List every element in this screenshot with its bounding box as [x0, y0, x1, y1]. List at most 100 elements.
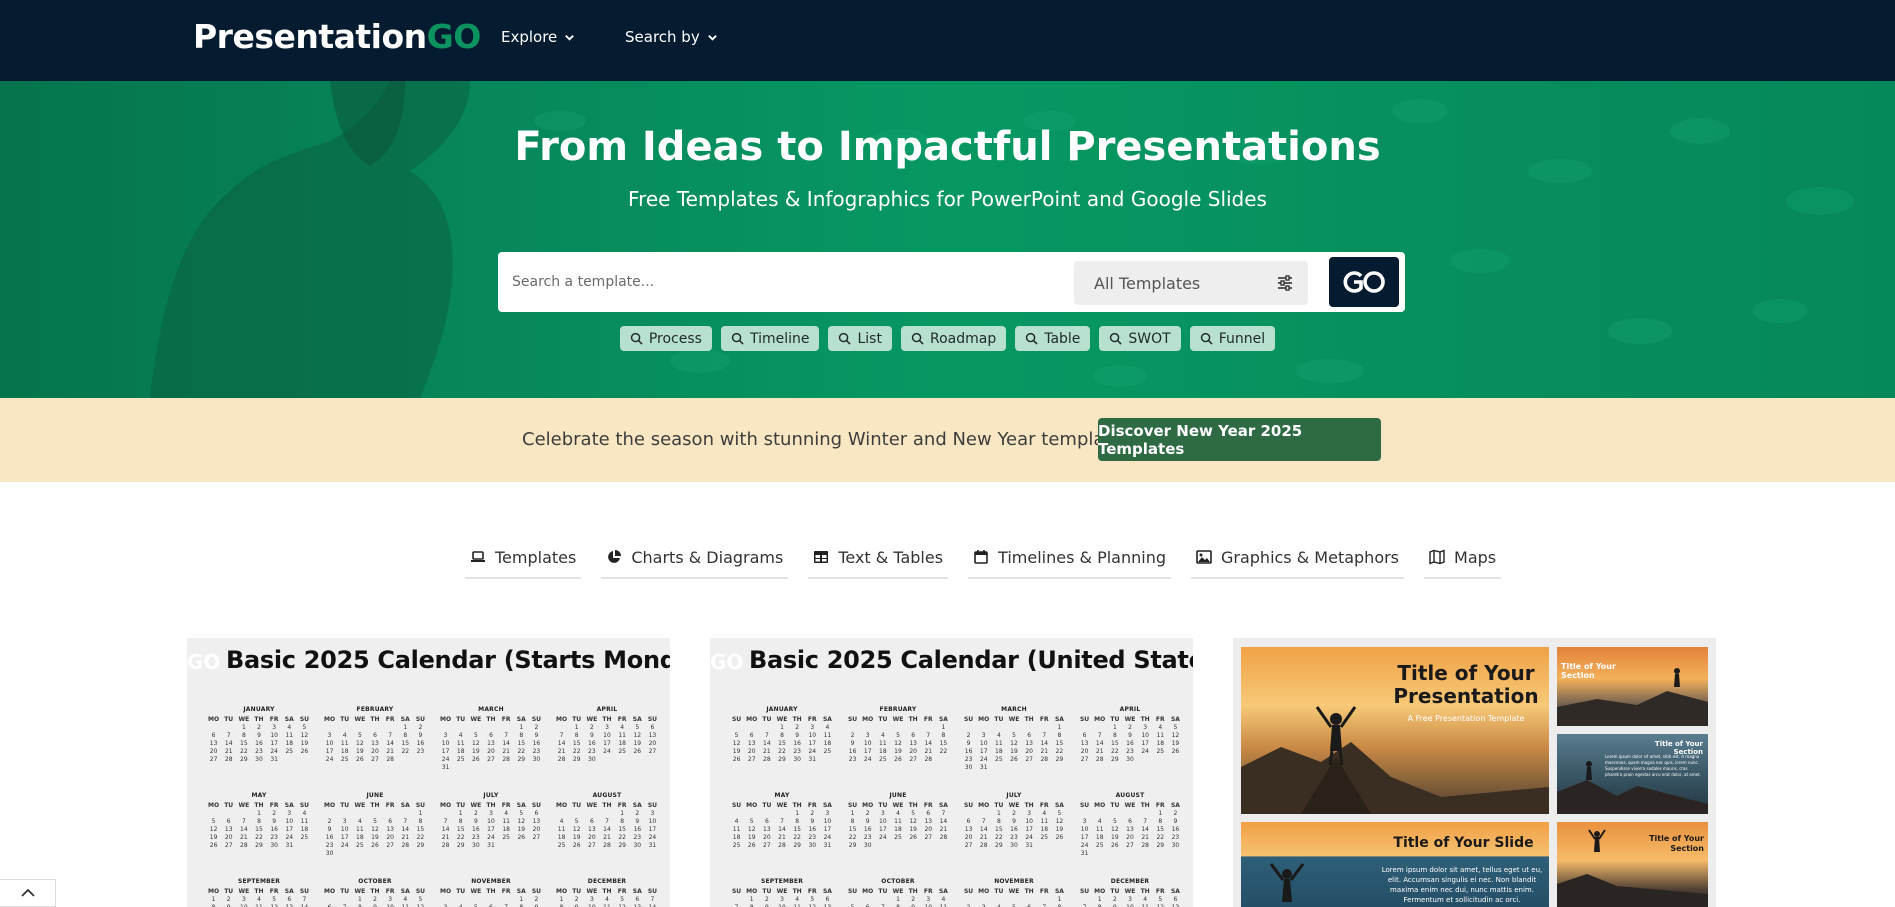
tab-label: Timelines & Planning [998, 547, 1166, 567]
tab-charts-diagrams[interactable]: Charts & Diagrams [601, 537, 789, 579]
slide-main-subtitle: A Free Presentation Template [1407, 714, 1525, 723]
template-card-calendar-us[interactable]: GO Basic 2025 Calendar (United States) J… [710, 638, 1193, 907]
promo-banner: Celebrate the season with stunning Winte… [0, 398, 1895, 482]
banner-text: Celebrate the season with stunning Winte… [522, 429, 1140, 450]
slide-main-title: Title of Your Presentation [1393, 661, 1539, 708]
calendar-month: JULY SU MO TU WE TH FR SA 1 2 3 4 5 6 7 8 9 10 11 12 13 14 15 1… [961, 792, 1067, 849]
calendar-month-name: JANUARY [766, 706, 798, 713]
template-card-presentation[interactable]: Title of Your Presentation A Free Presen… [1233, 638, 1716, 907]
calendar-days: SUMOTUWETHFRSA12345678910111213141516171… [847, 802, 948, 849]
tab-maps[interactable]: Maps [1424, 537, 1502, 579]
hero-section: From Ideas to Impactful Presentations Fr… [0, 81, 1895, 398]
calendar-month-name: NOVEMBER [994, 878, 1034, 885]
calendar-month-name: JUNE [889, 792, 907, 799]
top-navbar: PresentationGO Explore Search by [0, 0, 1895, 81]
calendar-month-name: MARCH [478, 706, 504, 713]
slide-thumb-slide: Title of Your Slide Lorem ipsum dolor si… [1241, 822, 1549, 907]
calendar-month: SEPTEMBER MOTUWETHFRSASU12345678910111213… [206, 878, 312, 907]
calendar-days: MOTUWETHFRSASU12345678910111213141516171… [556, 802, 658, 849]
calendar-month: JANUARY SU MO TU WE TH FR SA 1 2 3 4 5 6 7 8 9 10 11 12 13 14… [729, 706, 835, 763]
calendar-icon [974, 550, 988, 564]
calendar-days: MOTUWETHFRSASU12345678910111213141516171… [440, 802, 542, 849]
calendar-days: SUMOTUWETHFRSA12345678910111213141516171… [731, 716, 832, 763]
calendar-month: MARCH MO TU WE TH FR SA SU 1 2 3 4 5 6 7 8 9 10 11 12 13 14 15… [438, 706, 544, 771]
card-logo-mark: GO [187, 650, 221, 674]
calendar-month: NOVEMBER MOTUWETHFRSASU123456789101112131… [438, 878, 544, 907]
category-tabs: Templates Charts & Diagrams Text & Table… [465, 537, 1502, 579]
logo-accent: GO [426, 17, 482, 56]
pill-roadmap[interactable]: Roadmap [900, 326, 1007, 351]
search-input[interactable] [512, 267, 1052, 297]
slide-thumb-main: Title of Your Presentation A Free Presen… [1241, 647, 1549, 814]
tab-graphics-metaphors[interactable]: Graphics & Metaphors [1190, 537, 1405, 579]
calendar-month-name: JULY [1006, 792, 1022, 799]
search-icon [1110, 332, 1123, 345]
pill-label: Process [648, 330, 702, 347]
calendar-month: MARCH SU MO TU WE TH FR SA 1 2 3 4 5 6 7 8 9 10 11 12 13 14 15… [961, 706, 1067, 771]
calendar-days: MOTUWETHFRSASU12345678910111213141516171… [324, 716, 426, 763]
calendar-month-name: AUGUST [592, 792, 622, 799]
calendar-month-name: JANUARY [243, 706, 275, 713]
calendar-days: SUMOTUWETHFRSA12345678910111213141516171… [1079, 716, 1180, 763]
map-icon [1429, 549, 1445, 565]
search-bar: All Templates [498, 252, 1405, 312]
hero-title: From Ideas to Impactful Presentations [514, 124, 1381, 170]
calendar-month-name: OCTOBER [358, 878, 392, 885]
calendar-month: FEBRUARY MO TU WE TH FR SA SU 1 2 3 4 5 6 7 8 9 10 11 12 13 1… [322, 706, 428, 763]
calendar-days: MOTUWETHFRSASU12345678910111213141516171… [208, 888, 310, 907]
back-to-top-button[interactable] [0, 879, 56, 907]
site-logo[interactable]: PresentationGO [193, 17, 481, 57]
search-icon [1026, 332, 1038, 345]
calendar-month: SEPTEMBER SUMOTUWETHFRSA12345678910111213… [729, 878, 835, 907]
mountain-person-image [1269, 863, 1305, 902]
pill-label: Roadmap [929, 330, 997, 347]
tab-text-tables[interactable]: Text & Tables [808, 537, 949, 579]
discover-new-year-button[interactable]: Discover New Year 2025 Templates [1098, 418, 1381, 461]
calendar-month: NOVEMBER SUMOTUWETHFRSA123456789101112131… [961, 878, 1067, 907]
pill-label: Funnel [1218, 330, 1266, 347]
tab-label: Text & Tables [838, 547, 944, 567]
calendar-days: MOTUWETHFRSASU12345678910111213141516171… [324, 802, 426, 857]
template-type-value: All Templates [1094, 273, 1201, 293]
calendar-month-name: MARCH [1001, 706, 1027, 713]
calendar-month-name: AUGUST [1115, 792, 1145, 799]
pill-timeline[interactable]: Timeline [720, 326, 820, 351]
image-icon [1196, 550, 1212, 564]
calendar-month: AUGUST SU MO TU WE TH FR SA 1 2 3 4 5 6 7 8 9 10 11 12 13 14 1… [1077, 792, 1183, 857]
tab-timelines-planning[interactable]: Timelines & Planning [968, 537, 1171, 579]
calendar-days: MOTUWETHFRSASU12345678910111213141516171… [556, 888, 658, 907]
calendar-month-name: DECEMBER [1110, 878, 1150, 885]
nav-search-by-label: Search by [625, 28, 700, 46]
pill-process[interactable]: Process [619, 326, 712, 351]
calendar-month-name: MAY [251, 792, 267, 799]
tab-templates[interactable]: Templates [465, 537, 582, 579]
quick-search-pills: Process Timeline List Roadmap Table SWOT… [0, 326, 1895, 351]
calendar-days: MOTUWETHFRSASU12345678910111213141516171… [208, 802, 310, 849]
calendar-month-name: SEPTEMBER [760, 878, 804, 885]
calendar-month: DECEMBER SUMOTUWETHFRSA123456789101112131… [1077, 878, 1183, 907]
template-type-select[interactable]: All Templates [1074, 261, 1308, 305]
slide-thumb-content: Title of Your Section Lorem ipsum dolor … [1557, 734, 1708, 814]
calendar-month: OCTOBER SUMOTUWETHFRSA1234567891011121314… [845, 878, 951, 907]
calendar-days: SUMOTUWETHFRSA12345678910111213141516171… [1079, 802, 1180, 857]
template-card-calendar-monday[interactable]: GO Basic 2025 Calendar (Starts Monday) J… [187, 638, 670, 907]
calendar-month-name: JUNE [366, 792, 384, 799]
calendar-month-name: MAY [774, 792, 790, 799]
calendar-days: MOTUWETHFRSASU12345678910111213141516171… [208, 716, 310, 763]
pill-funnel[interactable]: Funnel [1189, 326, 1276, 351]
nav-search-by[interactable]: Search by [625, 27, 718, 47]
calendar-month: FEBRUARY SU MO TU WE TH FR SA 1 2 3 4 5 6 7 8 9 10 11 12 13 1… [845, 706, 951, 763]
calendar-days: SUMOTUWETHFRSA12345678910111213141516171… [731, 802, 832, 849]
pill-list[interactable]: List [828, 326, 892, 351]
calendar-month: MAY SU MO TU WE TH FR SA 1 2 3 4 5 6 7 8 9 10 11 12 13 14 15 16… [729, 792, 835, 849]
calendar-days: MOTUWETHFRSASU12345678910111213141516171… [324, 888, 426, 907]
calendar-days: SUMOTUWETHFRSA12345678910111213141516171… [731, 888, 832, 907]
calendar-days: SUMOTUWETHFRSA12345678910111213141516171… [847, 888, 948, 907]
pill-swot[interactable]: SWOT [1099, 326, 1181, 351]
nav-explore[interactable]: Explore [501, 27, 575, 47]
search-go-button[interactable] [1329, 257, 1399, 307]
calendar-month: AUGUST MO TU WE TH FR SA SU 1 2 3 4 5 6 7 8 9 10 11 12 13 14 1… [554, 792, 660, 849]
slide-thumb-section: Title of Your Section [1557, 647, 1708, 726]
pill-table[interactable]: Table [1015, 326, 1091, 351]
calendar-days: MOTUWETHFRSASU12345678910111213141516171… [440, 716, 542, 771]
